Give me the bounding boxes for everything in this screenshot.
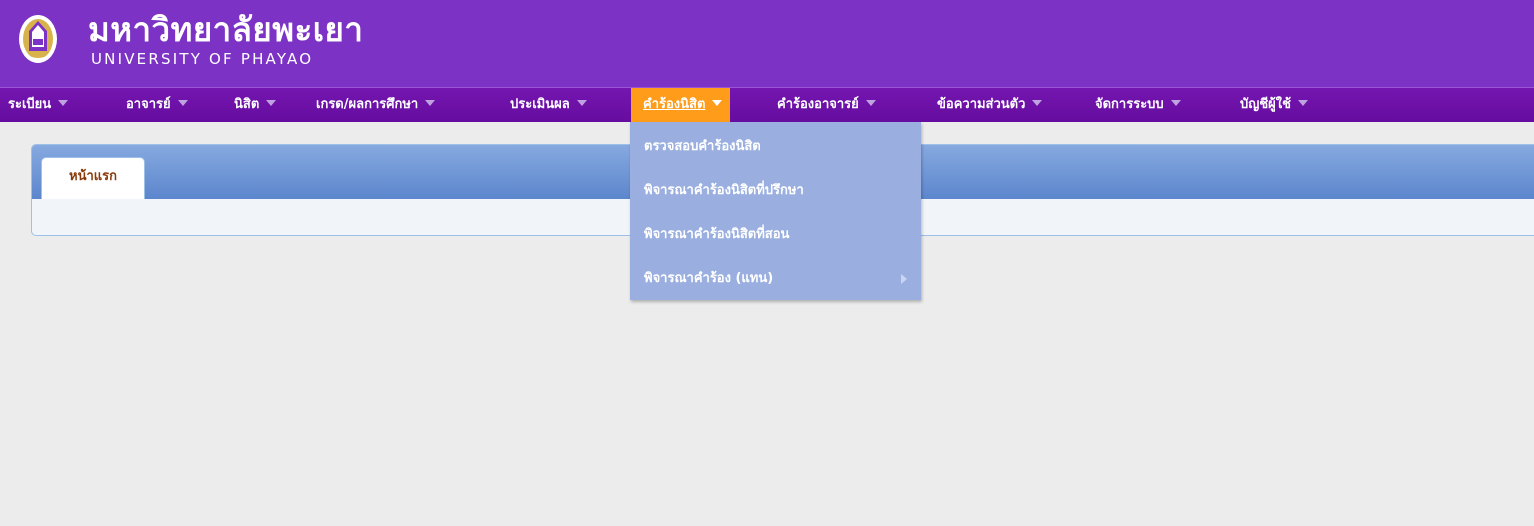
nav-item-user-account[interactable]: บัญชีผู้ใช้ (1240, 88, 1308, 122)
menu-item-consider-advisee-requests[interactable]: พิจารณาคำร้องนิสิตที่ปรึกษา (630, 168, 921, 214)
nav-item-student[interactable]: นิสิต (234, 88, 277, 122)
menu-item-label: พิจารณาคำร้องนิสิตที่ปรึกษา (644, 183, 804, 198)
nav-label: นิสิต (234, 97, 260, 112)
menu-item-consider-requests-on-behalf[interactable]: พิจารณาคำร้อง (แทน) (630, 256, 921, 302)
nav-item-system-admin[interactable]: จัดการระบบ (1095, 88, 1181, 122)
university-name-thai: มหาวิทยาลัยพะเยา (88, 10, 364, 49)
nav-item-registration[interactable]: ระเบียน (8, 88, 69, 122)
nav-label: ประเมินผล (510, 97, 570, 112)
chevron-down-icon (177, 100, 188, 106)
nav-item-private-messages[interactable]: ข้อความส่วนตัว (937, 88, 1043, 122)
nav-item-grades[interactable]: เกรด/ผลการศึกษา (316, 88, 436, 122)
chevron-down-icon (1170, 100, 1181, 106)
nav-item-student-requests[interactable]: คำร้องนิสิต (631, 88, 731, 122)
nav-label: ข้อความส่วนตัว (937, 97, 1026, 112)
main-navbar: ระเบียน อาจารย์ นิสิต เกรด/ผลการศึกษา ปร… (0, 87, 1534, 122)
nav-label: คำร้องนิสิต (643, 97, 706, 112)
chevron-down-icon (712, 100, 723, 106)
menu-item-label: ตรวจสอบคำร้องนิสิต (644, 139, 761, 154)
nav-label: อาจารย์ (126, 97, 171, 112)
menu-item-consider-taught-student-requests[interactable]: พิจารณาคำร้องนิสิตที่สอน (630, 212, 921, 258)
nav-item-evaluation[interactable]: ประเมินผล (510, 88, 587, 122)
university-crest-icon[interactable] (17, 9, 59, 65)
nav-label: บัญชีผู้ใช้ (1240, 97, 1291, 112)
chevron-down-icon (1032, 100, 1043, 106)
chevron-down-icon (425, 100, 436, 106)
nav-label: ระเบียน (8, 97, 52, 112)
menu-item-label: พิจารณาคำร้อง (แทน) (644, 271, 774, 286)
chevron-down-icon (576, 100, 587, 106)
tab-home[interactable]: หน้าแรก (41, 157, 145, 199)
chevron-down-icon (865, 100, 876, 106)
chevron-right-icon (901, 274, 907, 284)
university-name-english: UNIVERSITY OF PHAYAO (91, 50, 314, 68)
menu-item-label: พิจารณาคำร้องนิสิตที่สอน (644, 227, 790, 242)
nav-label: เกรด/ผลการศึกษา (316, 97, 419, 112)
nav-item-teacher-requests[interactable]: คำร้องอาจารย์ (777, 88, 876, 122)
nav-label: จัดการระบบ (1095, 97, 1164, 112)
nav-item-teacher[interactable]: อาจารย์ (126, 88, 188, 122)
menu-item-check-student-requests[interactable]: ตรวจสอบคำร้องนิสิต (630, 124, 921, 170)
nav-label: คำร้องอาจารย์ (777, 97, 859, 112)
chevron-down-icon (266, 100, 277, 106)
student-requests-dropdown: ตรวจสอบคำร้องนิสิต พิจารณาคำร้องนิสิตที่… (630, 122, 921, 300)
chevron-down-icon (1297, 100, 1308, 106)
app-header: มหาวิทยาลัยพะเยา UNIVERSITY OF PHAYAO (0, 0, 1534, 87)
chevron-down-icon (58, 100, 69, 106)
